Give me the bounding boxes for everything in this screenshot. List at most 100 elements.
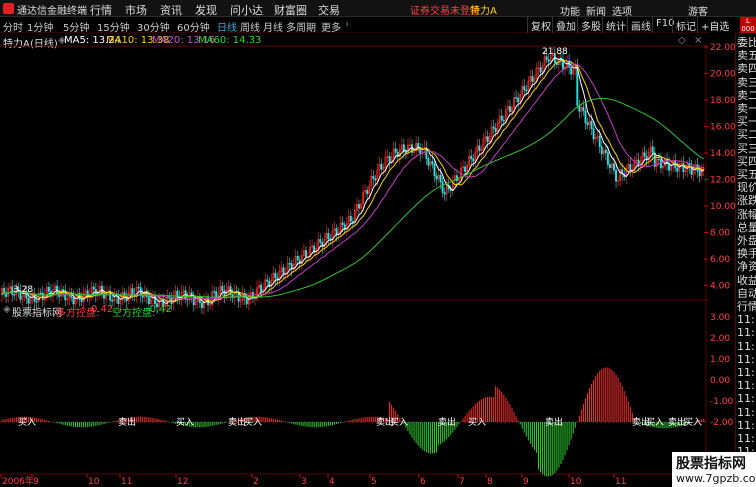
candle-body [492,126,495,129]
candle-body [502,120,505,122]
side-panel-item[interactable]: 买二 [737,129,756,141]
candle-body [282,267,285,275]
price-tick-label: 12.00 [710,176,735,186]
date-tick-label: 9 [523,477,529,487]
candle-body [274,272,277,278]
candle-body [494,128,497,132]
side-panel-item[interactable]: 委比 [737,37,756,49]
candle-body [192,296,195,305]
candle-body [608,164,611,168]
indicator-bars [1,367,705,477]
side-panel-item[interactable]: 换手 [737,248,756,260]
side-panel-item[interactable]: 卖一 [737,103,756,115]
indicator-tick-label: 3.00 [710,313,730,323]
candle-body [584,110,587,123]
signal-label: 买入 [390,417,408,428]
candle-body [27,297,30,304]
side-panel-item[interactable]: 11: [737,420,756,432]
candle-body [525,89,528,92]
candle-body [523,85,526,91]
date-tick-label: 2006年 [2,475,34,487]
price-tick-label: 20.00 [710,70,735,80]
candle-body [668,163,671,171]
side-panel-item[interactable]: 买一 [737,116,756,128]
candle-body [651,146,654,154]
indicator-name[interactable]: 股票指标网 [12,304,62,319]
candle-body [305,250,307,257]
candle-body [433,163,436,177]
side-panel-item[interactable]: 卖四 [737,63,756,75]
side-panel-item[interactable]: 11: [737,354,756,366]
side-panel-item[interactable]: 外盘 [737,235,756,247]
candle-body [388,156,391,163]
candle-body [147,296,150,304]
date-tick-label: 9 [33,477,39,487]
side-panel-item[interactable]: 买三 [737,143,756,155]
side-panel-item[interactable]: 自动 [737,288,756,300]
side-panel-item[interactable]: 现价 [737,182,756,194]
side-panel-item[interactable]: 11: [737,407,756,419]
indicator-tick-label: 0.00 [710,376,730,386]
candle-body [319,239,322,243]
candle-body [486,136,489,143]
side-panel-item[interactable]: 收益 [737,275,756,287]
candle-body [341,222,344,225]
side-panel-item[interactable]: 11: [737,433,756,445]
watermark-title: 股票指标网 [676,456,746,472]
ma60-line [1,97,704,298]
side-panel-item[interactable]: 买五 [737,169,756,181]
candle-body [606,152,609,165]
candle-body [288,263,291,265]
candle-body [366,190,369,195]
side-panel-item[interactable]: 11: [737,341,756,353]
candle-body [576,65,579,106]
signal-label: 买入 [646,417,664,428]
candle-body [586,122,589,125]
side-panel-item[interactable]: 涨幅 [737,209,756,221]
candle-body [111,299,114,302]
candlestick-series [1,46,705,315]
side-panel-item[interactable]: 卖二 [737,90,756,102]
short-control-value: -0.42 [146,304,172,315]
side-panel-item[interactable]: 总量 [737,222,756,234]
candle-body [47,287,50,292]
date-tick-label: 11 [615,477,626,487]
side-panel-item[interactable]: 11: [737,380,756,392]
candle-body [698,171,701,177]
side-panel-item[interactable]: 净资 [737,261,756,273]
side-panel-item[interactable]: 11: [737,314,756,326]
candle-body [380,163,383,170]
candle-body [515,97,518,99]
candle-body [439,174,442,182]
side-panel-item[interactable]: 卖三 [737,77,756,89]
candle-body [296,255,299,261]
price-tick-label: 18.00 [710,96,735,106]
candle-body [615,169,617,182]
candle-body [223,290,226,297]
candle-body [80,299,83,302]
candle-body [221,286,224,291]
candle-body [137,286,140,289]
price-tick-label: 10.00 [710,202,735,212]
signal-label: 卖出 [545,416,563,428]
date-tick-label: 2 [253,477,259,487]
candle-body [35,301,38,303]
candle-body [613,163,615,171]
kline-chart[interactable]: 22.0020.0018.0016.0014.0012.0010.008.006… [0,0,735,487]
candle-body [372,175,375,179]
side-panel-item[interactable]: 买四 [737,156,756,168]
indicator-tick-label: 2.00 [710,334,730,344]
side-panel-item[interactable]: 11: [737,393,756,405]
candle-body [509,106,511,112]
date-tick-label: 4 [329,477,335,487]
side-panel-item[interactable]: 11: [737,367,756,379]
side-panel-item[interactable]: 涨跌 [737,195,756,207]
side-panel-item[interactable]: 卖五 [737,50,756,62]
side-panel-item[interactable]: 行情 [737,301,756,313]
indicator-toggle-icon[interactable]: ◈ [3,304,11,315]
date-tick-label: 7 [459,477,465,487]
side-panel-item[interactable]: 11: [737,327,756,339]
moving-average-lines [1,56,705,304]
candle-body [590,120,593,129]
candle-body [598,135,601,148]
